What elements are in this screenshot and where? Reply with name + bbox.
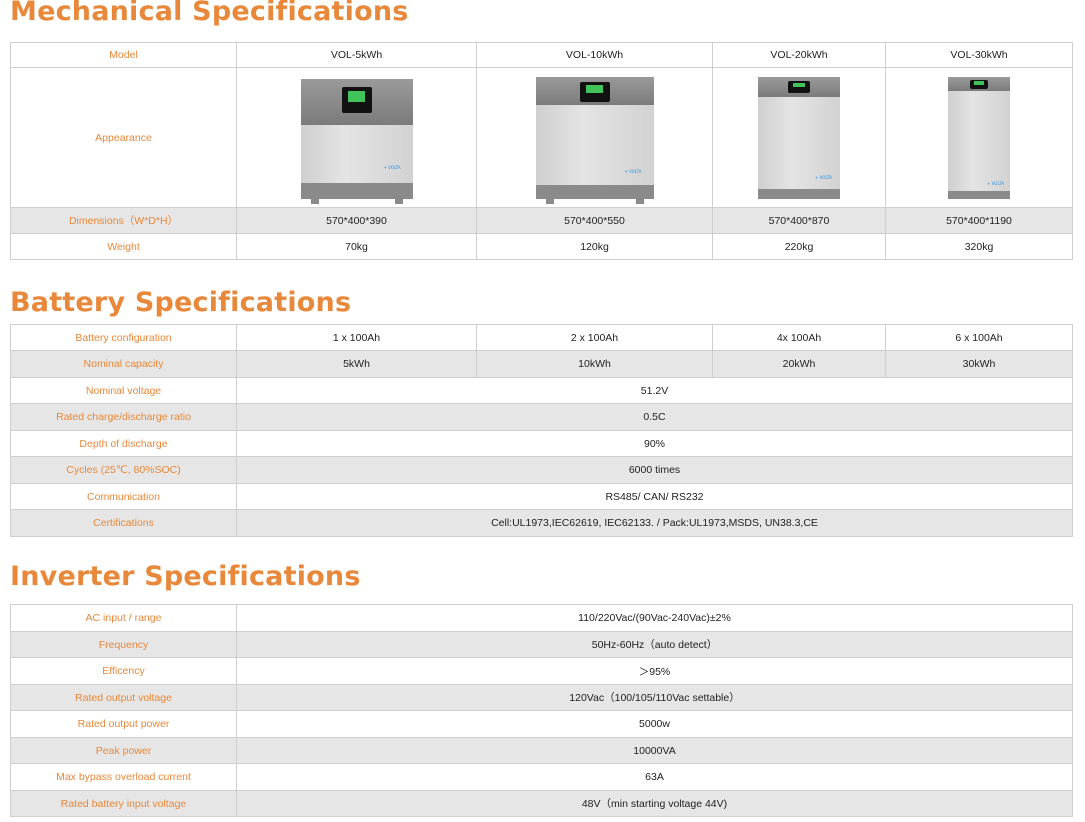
nominal-capacity-value: 20kWh	[712, 350, 886, 378]
dimensions-label: Dimensions（W*D*H）	[10, 207, 237, 234]
brand-logo: + VOLTA	[987, 180, 1004, 186]
mechanical-table: Model VOL-5kWh VOL-10kWh VOL-20kWh VOL-3…	[10, 42, 1073, 260]
battery-configuration-value: 2 x 100Ah	[476, 324, 713, 351]
header-model: VOL-20kWh	[712, 42, 886, 68]
nominal-capacity-value: 10kWh	[476, 350, 713, 378]
mechanical-title: Mechanical Specifications	[10, 0, 409, 27]
display-screen-icon	[970, 79, 988, 89]
charge-discharge-ratio-label: Rated charge/discharge ratio	[10, 403, 237, 431]
table-row: Max bypass overload current 63A	[10, 763, 1073, 791]
rated-output-power-value: 5000w	[236, 710, 1073, 738]
battery-configuration-label: Battery configuration	[10, 324, 237, 351]
table-row: Depth of discharge 90%	[10, 430, 1073, 457]
table-row: Appearance + VOLTA + VOLTA + VOLTA + VOL…	[10, 67, 1073, 208]
nominal-voltage-value: 51.2V	[236, 377, 1073, 404]
table-row: Communication RS485/ CAN/ RS232	[10, 483, 1073, 510]
certifications-value: Cell:UL1973,IEC62619, IEC62133. / Pack:U…	[236, 509, 1073, 537]
peak-power-value: 10000VA	[236, 737, 1073, 764]
table-row: Cycles (25℃, 80%SOC) 6000 times	[10, 456, 1073, 484]
header-model: VOL-5kWh	[236, 42, 477, 68]
table-row: Rated battery input voltage 48V（min star…	[10, 790, 1073, 817]
max-bypass-current-label: Max bypass overload current	[10, 763, 237, 791]
dimensions-value: 570*400*1190	[885, 207, 1073, 234]
battery-configuration-value: 6 x 100Ah	[885, 324, 1073, 351]
weight-label: Weight	[10, 233, 237, 260]
battery-input-voltage-label: Rated battery input voltage	[10, 790, 237, 817]
weight-value: 320kg	[885, 233, 1073, 260]
weight-value: 220kg	[712, 233, 886, 260]
header-model: VOL-30kWh	[885, 42, 1073, 68]
brand-logo: + VOLTA	[815, 174, 832, 180]
table-row: Rated output voltage 120Vac（100/105/110V…	[10, 684, 1073, 711]
efficiency-value: ＞95%	[236, 657, 1073, 685]
weight-value: 120kg	[476, 233, 713, 260]
table-row: Nominal voltage 51.2V	[10, 377, 1073, 404]
communication-value: RS485/ CAN/ RS232	[236, 483, 1073, 510]
product-image-cell: + VOLTA	[712, 67, 886, 208]
battery-input-voltage-value: 48V（min starting voltage 44V)	[236, 790, 1073, 817]
depth-of-discharge-label: Depth of discharge	[10, 430, 237, 457]
display-screen-icon	[788, 80, 810, 93]
certifications-label: Certifications	[10, 509, 237, 537]
dimensions-value: 570*400*870	[712, 207, 886, 234]
rated-output-power-label: Rated output power	[10, 710, 237, 738]
charge-discharge-ratio-value: 0.5C	[236, 403, 1073, 431]
display-screen-icon	[579, 81, 610, 102]
product-image-cell: + VOLTA	[885, 67, 1073, 208]
cycles-value: 6000 times	[236, 456, 1073, 484]
depth-of-discharge-value: 90%	[236, 430, 1073, 457]
dimensions-value: 570*400*550	[476, 207, 713, 234]
display-screen-icon	[341, 86, 372, 113]
table-row: Efficency ＞95%	[10, 657, 1073, 685]
inverter-title: Inverter Specifications	[10, 561, 361, 592]
table-row: Nominal capacity 5kWh 10kWh 20kWh 30kWh	[10, 350, 1073, 378]
header-model-label: Model	[10, 42, 237, 68]
brand-logo: + VOLTA	[383, 164, 401, 170]
ac-input-value: 110/220Vac/(90Vac-240Vac)±2%	[236, 604, 1073, 632]
nominal-capacity-value: 30kWh	[885, 350, 1073, 378]
rated-output-voltage-value: 120Vac（100/105/110Vac settable）	[236, 684, 1073, 711]
header-model: VOL-10kWh	[476, 42, 713, 68]
efficiency-label: Efficency	[10, 657, 237, 685]
table-row: AC input / range 110/220Vac/(90Vac-240Va…	[10, 604, 1073, 632]
appearance-label: Appearance	[10, 67, 237, 208]
max-bypass-current-value: 63A	[236, 763, 1073, 791]
battery-configuration-value: 1 x 100Ah	[236, 324, 477, 351]
ac-input-label: AC input / range	[10, 604, 237, 632]
battery-unit-5kwh-image: + VOLTA	[300, 78, 413, 204]
nominal-capacity-value: 5kWh	[236, 350, 477, 378]
battery-configuration-value: 4x 100Ah	[712, 324, 886, 351]
battery-unit-20kwh-image: + VOLTA	[758, 76, 840, 199]
inverter-table: AC input / range 110/220Vac/(90Vac-240Va…	[10, 604, 1073, 817]
table-row: Frequency 50Hz-60Hz（auto detect）	[10, 631, 1073, 658]
battery-unit-10kwh-image: + VOLTA	[535, 76, 654, 204]
table-row: Model VOL-5kWh VOL-10kWh VOL-20kWh VOL-3…	[10, 42, 1073, 68]
table-row: Rated output power 5000w	[10, 710, 1073, 738]
frequency-label: Frequency	[10, 631, 237, 658]
nominal-voltage-label: Nominal voltage	[10, 377, 237, 404]
peak-power-label: Peak power	[10, 737, 237, 764]
cycles-label: Cycles (25℃, 80%SOC)	[10, 456, 237, 484]
weight-value: 70kg	[236, 233, 477, 260]
rated-output-voltage-label: Rated output voltage	[10, 684, 237, 711]
nominal-capacity-label: Nominal capacity	[10, 350, 237, 378]
product-image-cell: + VOLTA	[476, 67, 713, 208]
communication-label: Communication	[10, 483, 237, 510]
battery-table: Battery configuration 1 x 100Ah 2 x 100A…	[10, 324, 1073, 537]
table-row: Weight 70kg 120kg 220kg 320kg	[10, 233, 1073, 260]
dimensions-value: 570*400*390	[236, 207, 477, 234]
frequency-value: 50Hz-60Hz（auto detect）	[236, 631, 1073, 658]
table-row: Peak power 10000VA	[10, 737, 1073, 764]
table-row: Battery configuration 1 x 100Ah 2 x 100A…	[10, 324, 1073, 351]
brand-logo: + VOLTA	[624, 168, 642, 174]
battery-title: Battery Specifications	[10, 287, 352, 318]
table-row: Dimensions（W*D*H） 570*400*390 570*400*55…	[10, 207, 1073, 234]
product-image-cell: + VOLTA	[236, 67, 477, 208]
table-row: Certifications Cell:UL1973,IEC62619, IEC…	[10, 509, 1073, 537]
battery-unit-30kwh-image: + VOLTA	[948, 76, 1010, 199]
table-row: Rated charge/discharge ratio 0.5C	[10, 403, 1073, 431]
